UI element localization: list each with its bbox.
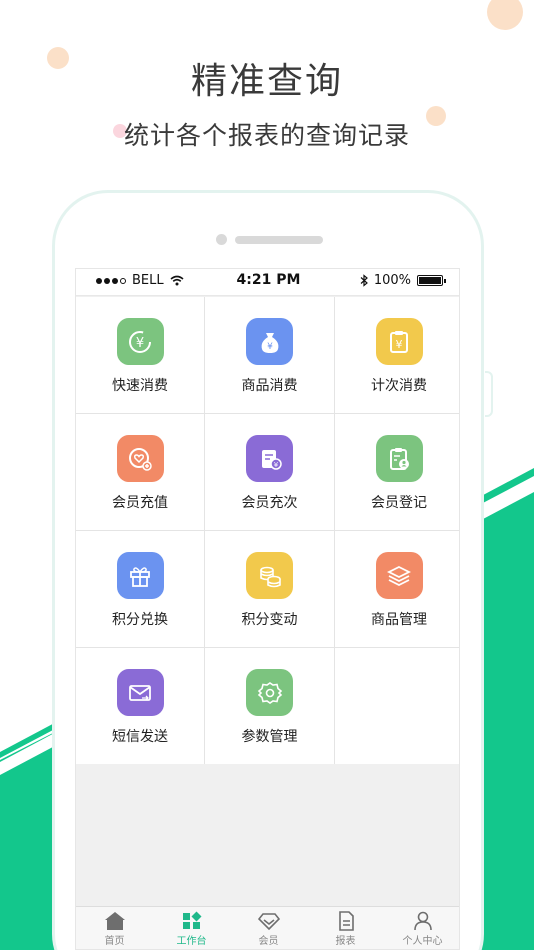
grid-item-label: 参数管理 [241,729,298,745]
layers-icon [375,552,423,599]
tab-profile[interactable]: 个人中心 [384,907,459,949]
grid-item-label: 积分变动 [241,612,298,628]
clipboard-user-icon [375,435,423,482]
gift-icon [116,552,164,599]
phone-speaker [235,236,323,244]
grid-item-points-exchange[interactable]: 积分兑换 [76,531,204,647]
yen-refresh-icon: ¥ [116,318,164,365]
tab-label: 个人中心 [402,936,443,947]
grid-item-goods-consume[interactable]: ¥ 商品消费 [205,297,334,413]
tab-report[interactable]: 报表 [307,907,384,949]
diamond-icon [257,913,280,931]
grid-item-label: 商品消费 [241,378,298,394]
svg-text:¥: ¥ [396,338,403,351]
tab-member[interactable]: 会员 [230,907,307,949]
grid-item-sms-send[interactable]: 短信发送 [76,648,204,764]
hero-subtitle: 统计各个报表的查询记录 [123,121,410,150]
grid-item-goods-manage[interactable]: 商品管理 [335,531,459,647]
grid-item-label: 短信发送 [112,729,168,745]
heart-plus-icon [116,435,164,482]
grid-item-label: 快速消费 [112,378,168,394]
grid-item-param-manage[interactable]: 参数管理 [205,648,334,764]
bluetooth-icon [360,274,368,287]
grid-item-label: 会员充次 [241,495,298,511]
card-yen-icon: ¥ [246,435,293,482]
clipboard-yen-icon: ¥ [375,318,423,365]
grid-empty-cell [335,648,459,764]
workbench-icon [182,911,201,929]
status-bar: BELL 4:21 PM 100% [76,269,459,296]
tab-home[interactable]: 首页 [76,907,153,949]
phone-camera [216,234,227,245]
grid-item-member-count-recharge[interactable]: ¥ 会员充次 [205,414,334,530]
tab-label: 报表 [335,936,356,947]
grid-item-member-recharge[interactable]: 会员充值 [76,414,204,530]
grid-item-label: 会员登记 [371,495,427,511]
gear-icon [246,669,293,716]
hero-title: 精准查询 [190,61,343,102]
coins-icon [246,552,293,599]
grid-item-label: 商品管理 [371,612,427,628]
tab-label: 会员 [258,936,279,947]
home-icon [104,912,125,930]
battery-label: 100% [373,273,411,288]
grid-item-label: 积分兑换 [112,612,168,628]
tab-label: 工作台 [176,936,207,947]
money-bag-icon: ¥ [246,318,293,365]
mail-icon [116,669,164,716]
tab-workbench[interactable]: 工作台 [153,907,230,949]
svg-text:¥: ¥ [273,461,278,469]
tab-label: 首页 [104,936,125,947]
battery-icon [417,275,446,286]
tab-bar: 首页 工作台 会员 报表 个人中心 [76,906,459,949]
report-icon [338,911,354,931]
grid-item-count-consume[interactable]: ¥ 计次消费 [335,297,459,413]
grid-item-label: 计次消费 [371,378,427,394]
grid-item-points-change[interactable]: 积分变动 [205,531,334,647]
svg-text:¥: ¥ [267,342,273,352]
function-grid: ¥ 快速消费 ¥ 商品消费 ¥ 计次消费 会员充值 ¥ 会员充次 会员登记 积分… [76,297,459,764]
grid-item-member-register[interactable]: 会员登记 [335,414,459,530]
svg-text:¥: ¥ [136,336,144,351]
app-screen: BELL 4:21 PM 100% ¥ 快速消费 ¥ 商品消费 ¥ 计次消费 会… [75,268,460,950]
phone-side-button [485,371,493,417]
grid-item-label: 会员充值 [112,495,168,511]
grid-item-quick-consume[interactable]: ¥ 快速消费 [76,297,204,413]
person-icon [413,911,432,931]
